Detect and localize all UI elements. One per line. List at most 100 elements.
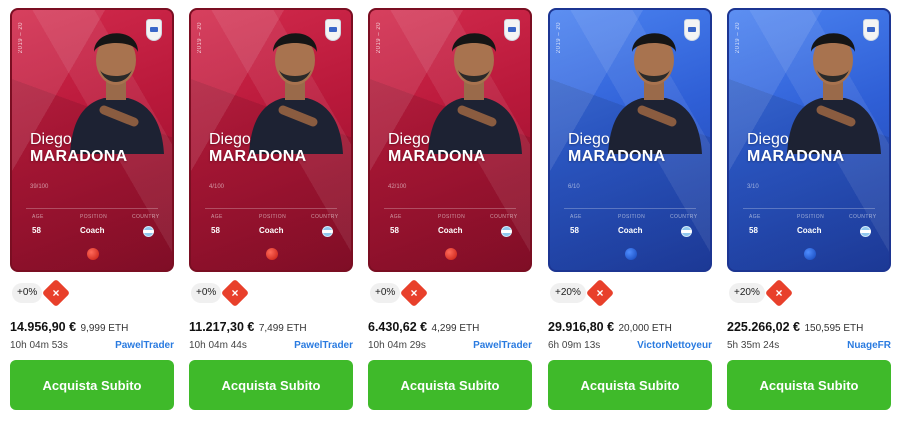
buy-now-button[interactable]: Acquista Subito xyxy=(10,360,174,410)
player-name: Diego MARADONA xyxy=(388,131,486,166)
player-card[interactable]: 2019 – 20 Diego MARADONA 42/100 AGE POSI… xyxy=(368,8,532,272)
player-last-name: MARADONA xyxy=(209,147,307,165)
marketplace-card-row: 2019 – 20 Diego MARADONA 39/100 AGE POSI… xyxy=(0,0,900,421)
age-value: 58 xyxy=(570,226,579,235)
argentina-flag-icon xyxy=(143,226,154,237)
argentina-flag-icon xyxy=(322,226,333,237)
time-left: 5h 35m 24s xyxy=(727,340,780,351)
seller-link[interactable]: NuageFR xyxy=(847,340,891,351)
price-eth: 4,299 ETH xyxy=(431,323,480,334)
player-name: Diego MARADONA xyxy=(209,131,307,166)
rarity-dot-icon xyxy=(266,248,278,260)
age-value: 58 xyxy=(390,226,399,235)
price-change-badge: +0% xyxy=(370,283,401,303)
position-label: POSITION xyxy=(259,214,287,220)
seller-link[interactable]: PawelTrader xyxy=(294,340,353,351)
player-last-name: MARADONA xyxy=(568,147,666,165)
country-label: COUNTRY xyxy=(311,214,339,220)
price: 11.217,30 € 7,499 ETH xyxy=(189,318,307,336)
season-label: 2019 – 20 xyxy=(376,22,382,54)
player-first-name: Diego xyxy=(568,131,610,148)
time-left: 10h 04m 44s xyxy=(189,340,247,351)
price-eur: 14.956,90 € xyxy=(10,320,77,334)
price: 225.266,02 € 150,595 ETH xyxy=(727,318,863,336)
close-icon[interactable]: × xyxy=(41,278,71,308)
price: 29.916,80 € 20,000 ETH xyxy=(548,318,672,336)
card-divider xyxy=(26,208,158,209)
listing-3: 2019 – 20 Diego MARADONA 6/10 AGE POSITI… xyxy=(548,8,712,410)
player-card[interactable]: 2019 – 20 Diego MARADONA 39/100 AGE POSI… xyxy=(10,8,174,272)
age-value: 58 xyxy=(749,226,758,235)
time-left: 10h 04m 29s xyxy=(368,340,426,351)
close-icon[interactable]: × xyxy=(585,278,615,308)
serial-number: 39/100 xyxy=(30,184,49,190)
argentina-flag-icon xyxy=(860,226,871,237)
season-label: 2019 – 20 xyxy=(735,22,741,54)
age-label: AGE xyxy=(749,214,761,220)
buy-now-button[interactable]: Acquista Subito xyxy=(189,360,353,410)
seller-link[interactable]: PawelTrader xyxy=(473,340,532,351)
position-value: Coach xyxy=(797,226,822,235)
close-icon[interactable]: × xyxy=(764,278,794,308)
listing-0: 2019 – 20 Diego MARADONA 39/100 AGE POSI… xyxy=(10,8,174,410)
position-value: Coach xyxy=(618,226,643,235)
position-label: POSITION xyxy=(438,214,466,220)
buy-now-button[interactable]: Acquista Subito xyxy=(727,360,891,410)
country-label: COUNTRY xyxy=(132,214,160,220)
serial-number: 3/10 xyxy=(747,184,759,190)
price-change-badge: +0% xyxy=(12,283,43,303)
position-label: POSITION xyxy=(797,214,825,220)
buy-now-button[interactable]: Acquista Subito xyxy=(368,360,532,410)
player-card[interactable]: 2019 – 20 Diego MARADONA 3/10 AGE POSITI… xyxy=(727,8,891,272)
seller-link[interactable]: PawelTrader xyxy=(115,340,174,351)
position-value: Coach xyxy=(259,226,284,235)
country-label: COUNTRY xyxy=(490,214,518,220)
player-last-name: MARADONA xyxy=(747,147,845,165)
price-eur: 11.217,30 € xyxy=(189,320,255,334)
player-first-name: Diego xyxy=(30,131,72,148)
player-name: Diego MARADONA xyxy=(747,131,845,166)
season-label: 2019 – 20 xyxy=(556,22,562,54)
serial-number: 42/100 xyxy=(388,184,407,190)
player-first-name: Diego xyxy=(209,131,251,148)
card-divider xyxy=(384,208,516,209)
player-name: Diego MARADONA xyxy=(30,131,128,166)
player-name: Diego MARADONA xyxy=(568,131,666,166)
player-card[interactable]: 2019 – 20 Diego MARADONA 4/100 AGE POSIT… xyxy=(189,8,353,272)
player-last-name: MARADONA xyxy=(388,147,486,165)
time-left: 6h 09m 13s xyxy=(548,340,601,351)
player-card[interactable]: 2019 – 20 Diego MARADONA 6/10 AGE POSITI… xyxy=(548,8,712,272)
listing-1: 2019 – 20 Diego MARADONA 4/100 AGE POSIT… xyxy=(189,8,353,410)
price: 14.956,90 € 9,999 ETH xyxy=(10,318,128,336)
season-label: 2019 – 20 xyxy=(18,22,24,54)
price-change-badge: +20% xyxy=(729,283,765,303)
country-label: COUNTRY xyxy=(670,214,698,220)
price-eth: 20,000 ETH xyxy=(618,323,672,334)
age-label: AGE xyxy=(390,214,402,220)
serial-number: 6/10 xyxy=(568,184,580,190)
price-change-badge: +20% xyxy=(550,283,586,303)
buy-now-button[interactable]: Acquista Subito xyxy=(548,360,712,410)
card-divider xyxy=(743,208,875,209)
price: 6.430,62 € 4,299 ETH xyxy=(368,318,479,336)
price-eth: 7,499 ETH xyxy=(258,323,307,334)
serial-number: 4/100 xyxy=(209,184,225,190)
price-eth: 9,999 ETH xyxy=(80,323,129,334)
position-label: POSITION xyxy=(80,214,108,220)
close-icon[interactable]: × xyxy=(399,278,429,308)
position-value: Coach xyxy=(438,226,463,235)
card-divider xyxy=(205,208,337,209)
country-label: COUNTRY xyxy=(849,214,877,220)
age-label: AGE xyxy=(570,214,582,220)
argentina-flag-icon xyxy=(501,226,512,237)
age-label: AGE xyxy=(32,214,44,220)
listing-2: 2019 – 20 Diego MARADONA 42/100 AGE POSI… xyxy=(368,8,532,410)
price-eur: 6.430,62 € xyxy=(368,320,428,334)
seller-link[interactable]: VictorNettoyeur xyxy=(637,340,712,351)
argentina-flag-icon xyxy=(681,226,692,237)
close-icon[interactable]: × xyxy=(220,278,250,308)
time-left: 10h 04m 53s xyxy=(10,340,68,351)
price-change-badge: +0% xyxy=(191,283,222,303)
rarity-dot-icon xyxy=(804,248,816,260)
age-value: 58 xyxy=(32,226,41,235)
